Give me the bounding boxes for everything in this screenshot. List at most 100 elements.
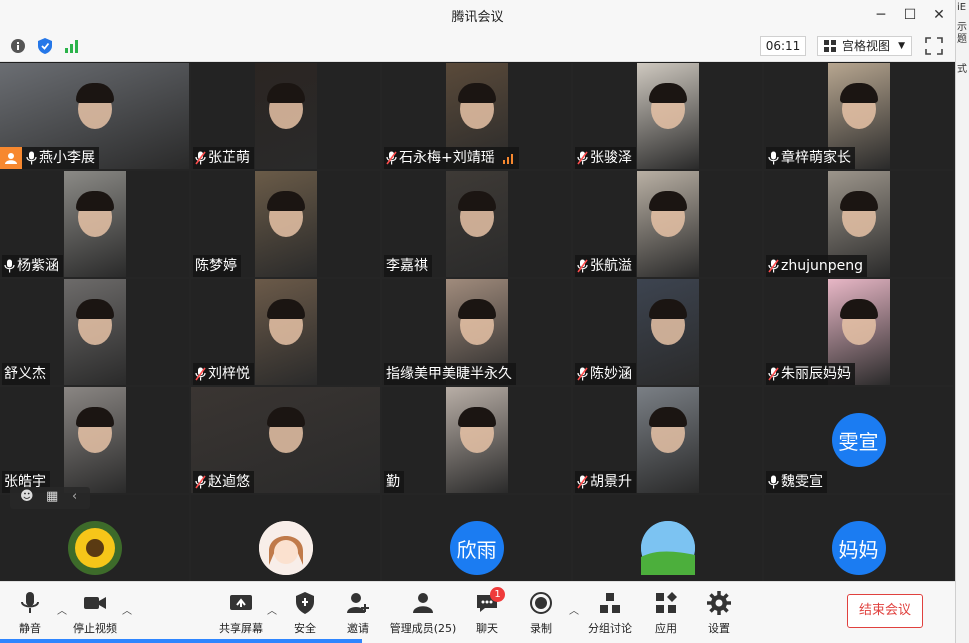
minimize-button[interactable]: ─ (868, 4, 894, 26)
fullscreen-icon[interactable] (924, 36, 944, 56)
view-mode-dropdown[interactable]: 宫格视图 ▼ (817, 36, 912, 56)
participant-tile[interactable]: 赵逌悠 (191, 387, 380, 493)
background-window-edge: iE 示题 式 (955, 0, 969, 643)
participant-video (636, 279, 699, 385)
hair-shape (457, 299, 496, 319)
participant-tile[interactable]: 勤 (382, 387, 571, 493)
floating-controls[interactable]: ☻ ▦ ‹ (10, 487, 90, 509)
participant-video (254, 279, 317, 385)
participant-name: 燕小李展 (39, 150, 95, 166)
participant-tile[interactable]: zhujunpeng (764, 171, 953, 277)
caption-icon[interactable]: ▦ (46, 489, 58, 504)
stop-video-button[interactable]: 停止视频 (65, 590, 125, 636)
apps-icon (656, 592, 677, 613)
participant-tile[interactable]: 张骏泽 (573, 63, 762, 169)
collapse-arrow-icon[interactable]: ‹ (72, 489, 77, 504)
participant-name: 赵逌悠 (208, 474, 250, 490)
breakout-rooms-button[interactable]: 分组讨论 (580, 590, 640, 636)
record-button[interactable]: 录制 (511, 590, 571, 636)
participant-name: 魏雯宣 (781, 474, 823, 490)
participant-tile[interactable]: 朱丽辰妈妈 (764, 279, 953, 385)
settings-button[interactable]: 设置 (689, 590, 749, 636)
video-camera-icon (84, 597, 106, 609)
video-options-caret-icon[interactable]: ︿ (122, 602, 132, 617)
participant-tile[interactable]: 石永梅+刘靖瑶 (382, 63, 571, 169)
share-screen-button[interactable]: 共享屏幕 (211, 590, 271, 636)
invite-button[interactable]: 邀请 (328, 590, 388, 636)
participant-tile[interactable]: 陈妙涵 (573, 279, 762, 385)
mic-muted-icon (195, 151, 206, 165)
participant-name: 胡景升 (590, 474, 632, 490)
participant-video (445, 171, 508, 277)
participant-name-label: 李嘉祺 (384, 255, 432, 277)
close-button[interactable]: ✕ (926, 4, 952, 26)
manage-members-button[interactable]: 管理成员(25) (383, 590, 463, 636)
participant-name-label: zhujunpeng (766, 255, 867, 277)
participant-name-label: 燕小李展 (0, 147, 99, 169)
participant-tile[interactable]: 胡景升 (573, 387, 762, 493)
cartoon-girl-avatar-icon (258, 521, 313, 575)
participant-name: 刘梓悦 (208, 366, 250, 382)
participant-tile[interactable]: 指缘美甲美睫半永久 (382, 279, 571, 385)
participant-tile[interactable]: 舒义杰 (0, 279, 189, 385)
participant-tile[interactable]: 杨紫涵 (0, 171, 189, 277)
hair-shape (648, 191, 687, 211)
meeting-timer: 06:11 (760, 36, 806, 56)
share-screen-icon (230, 595, 252, 610)
participant-tile[interactable]: 李嘉祺 (382, 171, 571, 277)
participant-tile[interactable]: 张皓宇 (0, 387, 189, 493)
participant-tile[interactable]: 陈梦婷 (191, 171, 380, 277)
maximize-button[interactable]: ☐ (897, 4, 923, 26)
mic-icon (26, 151, 37, 165)
hair-shape (75, 407, 114, 427)
mic-muted-icon (577, 259, 588, 273)
hair-shape (457, 83, 496, 103)
title-bar: 腾讯会议 ─ ☐ ✕ (0, 0, 955, 30)
sunflower-icon (74, 528, 115, 568)
hair-shape (648, 407, 687, 427)
hair-shape (457, 407, 496, 427)
emoji-icon[interactable]: ☻ (20, 489, 34, 504)
shield-icon[interactable] (36, 37, 54, 55)
taskbar-indicator (0, 639, 362, 643)
participant-name-label: 舒义杰 (2, 363, 50, 385)
hair-shape (266, 407, 305, 427)
end-meeting-button[interactable]: 结束会议 (847, 594, 923, 628)
mic-muted-icon (195, 475, 206, 489)
security-button[interactable]: 安全 (275, 590, 335, 636)
video-grid: 燕小李展 张芷萌 石永梅+刘靖瑶 张骏泽 章梓萌家长杨紫涵 陈梦婷 李嘉祺 张航溢 zhujun… (0, 63, 955, 601)
participant-tile[interactable]: 章梓萌家长 (764, 63, 953, 169)
chat-button[interactable]: 聊天 1 (457, 587, 517, 636)
participant-name-label: 张芷萌 (193, 147, 254, 169)
participant-name-label: 石永梅+刘靖瑶 (384, 147, 519, 169)
hair-shape (648, 299, 687, 319)
participant-video (636, 63, 699, 169)
participant-tile[interactable]: 雯宣 魏雯宣 (764, 387, 953, 493)
mic-icon (4, 259, 15, 273)
network-signal-icon[interactable] (63, 37, 81, 55)
participant-name-label: 刘梓悦 (193, 363, 254, 385)
participant-tile[interactable]: 张航溢 (573, 171, 762, 277)
participant-video (63, 279, 126, 385)
participant-name: 指缘美甲美睫半永久 (386, 366, 512, 382)
participant-tile[interactable]: 燕小李展 (0, 63, 189, 169)
info-icon[interactable] (9, 37, 27, 55)
hair-shape (648, 83, 687, 103)
participant-name: 李嘉祺 (386, 258, 428, 274)
participant-name: 陈妙涵 (590, 366, 632, 382)
participant-tile[interactable]: 刘梓悦 (191, 279, 380, 385)
participant-name: 陈梦婷 (195, 258, 237, 274)
bottom-toolbar: 静音 ︿ 停止视频 ︿ 共享屏幕 ︿ 安全 邀请 管理成员(25) 聊天 1 录… (0, 581, 955, 643)
record-options-caret-icon[interactable]: ︿ (569, 602, 579, 617)
participant-video (254, 63, 317, 169)
mute-button[interactable]: 静音 (0, 590, 60, 636)
background-text-2: 示题 (957, 22, 967, 45)
participant-video (445, 387, 508, 493)
participant-name: 张骏泽 (590, 150, 632, 166)
hair-shape (75, 299, 114, 319)
grid-view-icon (824, 40, 836, 52)
participant-video (63, 171, 126, 277)
apps-button[interactable]: 应用 (636, 590, 696, 636)
participant-name-label: 张航溢 (575, 255, 636, 277)
participant-tile[interactable]: 张芷萌 (191, 63, 380, 169)
